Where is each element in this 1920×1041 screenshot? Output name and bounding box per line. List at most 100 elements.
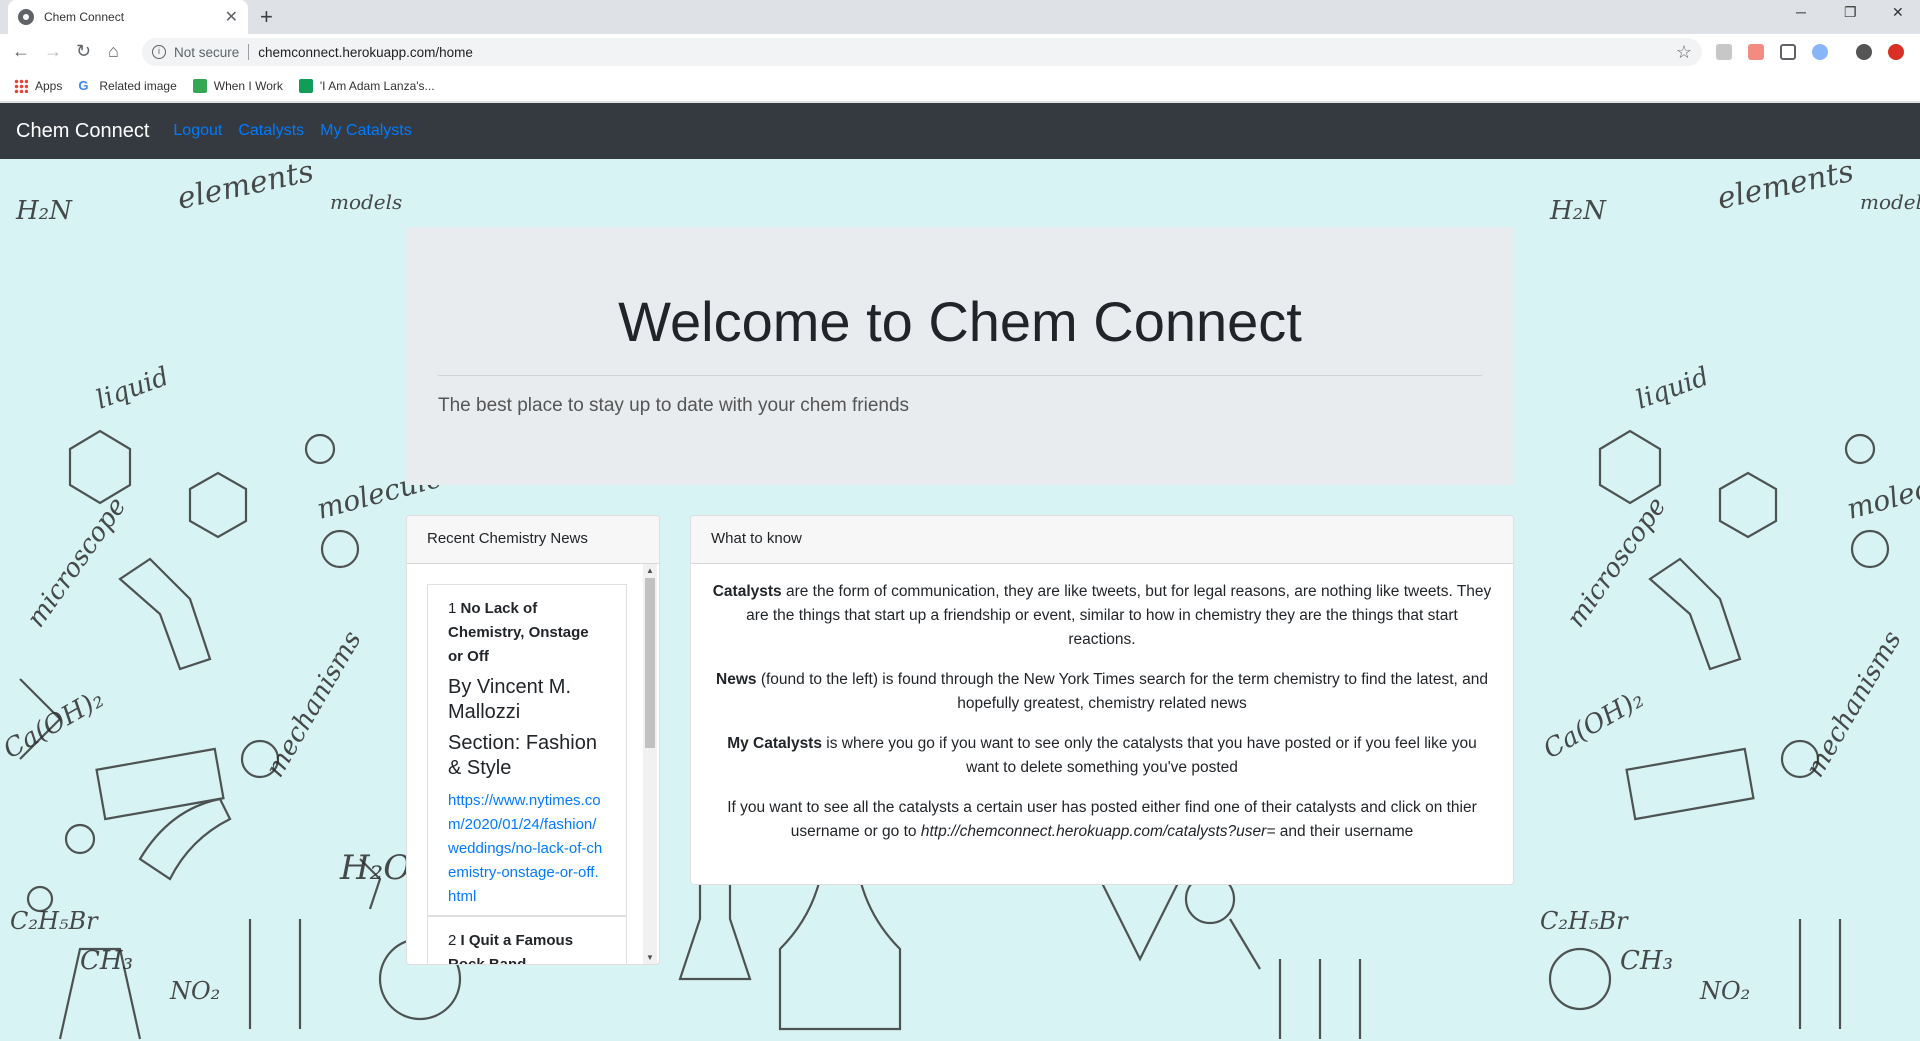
reload-icon[interactable]: ↻ (76, 41, 91, 62)
page-viewport: Chem Connect Logout Catalysts My Catalys… (0, 103, 1920, 1041)
home-icon[interactable]: ⌂ (108, 41, 119, 62)
news-item: 2 I Quit a Famous Rock Band — (427, 916, 627, 964)
svg-text:molecule: molecule (1843, 461, 1920, 526)
svg-text:microscope: microscope (21, 492, 132, 633)
news-number: 1 (448, 600, 457, 617)
news-headline: I Quit a Famous Rock Band — (448, 932, 574, 964)
bookmark-when-i-work[interactable]: When I Work (192, 78, 283, 93)
browser-tabstrip: Chem Connect ✕ + ─ ❐ ✕ (0, 0, 1920, 34)
svg-text:elements: elements (174, 159, 316, 217)
extension-icon[interactable] (1812, 44, 1828, 60)
bookmark-apps[interactable]: Apps (14, 78, 63, 93)
svg-text:CH₃: CH₃ (1620, 946, 1673, 976)
omnibox-separator (248, 44, 250, 60)
apps-grid-icon (14, 78, 28, 93)
brand[interactable]: Chem Connect (16, 120, 149, 143)
close-tab-icon[interactable]: ✕ (225, 7, 238, 27)
restore-icon[interactable]: ❐ (1844, 4, 1857, 21)
extension-icon[interactable] (1716, 44, 1732, 60)
svg-text:C₂H₅Br: C₂H₅Br (10, 907, 99, 935)
new-tab-icon[interactable]: + (260, 4, 273, 30)
svg-text:elements: elements (1714, 159, 1856, 217)
info-icon[interactable]: i (152, 45, 166, 59)
google-icon: G (78, 77, 89, 93)
news-title: 2 I Quit a Famous Rock Band — (448, 929, 606, 964)
catalysts-url: http://chemconnect.herokuapp.com/catalys… (920, 823, 1276, 840)
info-card: What to know Catalysts are the form of c… (690, 515, 1514, 885)
security-label: Not secure (174, 44, 240, 60)
news-link[interactable]: https://www.nytimes.com/2020/01/24/fashi… (448, 789, 606, 909)
bookmark-label: When I Work (213, 78, 283, 93)
news-scrollbar[interactable]: ▲ ▼ (643, 564, 657, 964)
info-my-catalysts: My Catalysts is where you go if you want… (711, 732, 1493, 780)
svg-text:models: models (1860, 190, 1920, 214)
info-news: News (found to the left) is found throug… (711, 668, 1493, 716)
nav-logout[interactable]: Logout (173, 122, 222, 140)
bookmark-label: Apps (35, 78, 63, 93)
svg-text:models: models (330, 190, 402, 214)
forward-icon[interactable]: → (44, 41, 62, 62)
svg-text:H₂N: H₂N (1549, 196, 1607, 226)
scroll-up-icon[interactable]: ▲ (646, 566, 654, 575)
news-item: 1 No Lack of Chemistry, Onstage or Off B… (427, 584, 627, 916)
info-body: Catalysts are the form of communication,… (691, 564, 1513, 876)
bookmark-star-icon[interactable]: ☆ (1676, 42, 1692, 63)
bookmark-label: Related image (99, 78, 177, 93)
svg-text:liquid: liquid (1632, 362, 1713, 416)
back-icon[interactable]: ← (12, 41, 30, 62)
news-title: 1 No Lack of Chemistry, Onstage or Off (448, 597, 606, 669)
svg-text:microscope: microscope (1561, 492, 1672, 633)
update-icon[interactable] (1888, 44, 1904, 60)
chemistry-doodle-background: H₂N elements models liquid molecule micr… (0, 159, 1920, 1041)
info-user-catalysts: If you want to see all the catalysts a c… (711, 796, 1493, 844)
wheniwork-icon (192, 78, 207, 93)
extension-icon[interactable] (1748, 44, 1764, 60)
nav-my-catalysts[interactable]: My Catalysts (320, 122, 412, 140)
news-section: Section: Fashion & Style (448, 732, 597, 779)
globe-icon (18, 9, 34, 25)
info-term: Catalysts (712, 583, 782, 600)
info-text: are the form of communication, they are … (746, 583, 1492, 648)
screenshot-icon[interactable] (1780, 44, 1796, 60)
page-subtitle: The best place to stay up to date with y… (438, 395, 910, 416)
bookmark-article[interactable]: 'I Am Adam Lanza's... (298, 78, 435, 93)
svg-text:H₂O: H₂O (339, 848, 411, 888)
scroll-down-icon[interactable]: ▼ (646, 953, 654, 962)
news-card-header: Recent Chemistry News (407, 516, 659, 564)
url-text[interactable]: chemconnect.herokuapp.com/home (258, 45, 1676, 60)
svg-text:Ca(OH)₂: Ca(OH)₂ (1539, 684, 1649, 765)
news-number: 2 (448, 932, 457, 949)
close-window-icon[interactable]: ✕ (1892, 4, 1904, 21)
bookmark-label: 'I Am Adam Lanza's... (319, 78, 435, 93)
info-term: My Catalysts (727, 735, 822, 752)
bookmarks-bar: Apps G Related image When I Work 'I Am A… (0, 70, 1920, 102)
news-list[interactable]: 1 No Lack of Chemistry, Onstage or Off B… (407, 564, 659, 964)
address-bar[interactable]: i Not secure chemconnect.herokuapp.com/h… (142, 38, 1702, 66)
info-text: (found to the left) is found through the… (756, 671, 1488, 712)
scrollbar-thumb[interactable] (645, 578, 655, 748)
nav-catalysts[interactable]: Catalysts (238, 122, 304, 140)
site-navbar: Chem Connect Logout Catalysts My Catalys… (0, 103, 1920, 159)
svg-text:liquid: liquid (92, 362, 173, 416)
news-author: By Vincent M. Mallozzi (448, 676, 572, 723)
bookmark-related-image[interactable]: G Related image (78, 77, 177, 93)
news-headline: No Lack of Chemistry, Onstage or Off (448, 600, 589, 665)
info-card-header: What to know (691, 516, 1513, 564)
tab-title: Chem Connect (44, 10, 125, 24)
info-catalysts: Catalysts are the form of communication,… (711, 580, 1493, 652)
article-icon (298, 78, 313, 93)
info-text: and their username (1275, 823, 1414, 840)
info-text: is where you go if you want to see only … (821, 735, 1477, 776)
svg-text:CH₃: CH₃ (80, 946, 133, 976)
svg-text:Ca(OH)₂: Ca(OH)₂ (0, 684, 109, 765)
svg-text:H₂N: H₂N (15, 196, 73, 226)
avatar[interactable] (1856, 44, 1872, 60)
welcome-jumbotron: Welcome to Chem Connect The best place t… (406, 227, 1514, 485)
news-card: Recent Chemistry News 1 No Lack of Chemi… (406, 515, 660, 965)
minimize-icon[interactable]: ─ (1796, 4, 1806, 20)
svg-text:mechanisms: mechanisms (1800, 626, 1908, 782)
browser-toolbar: ← → ↻ ⌂ i Not secure chemconnect.herokua… (0, 34, 1920, 70)
svg-text:C₂H₅Br: C₂H₅Br (1540, 907, 1629, 935)
browser-tab[interactable]: Chem Connect ✕ (8, 0, 248, 34)
page-title: Welcome to Chem Connect (618, 290, 1302, 353)
